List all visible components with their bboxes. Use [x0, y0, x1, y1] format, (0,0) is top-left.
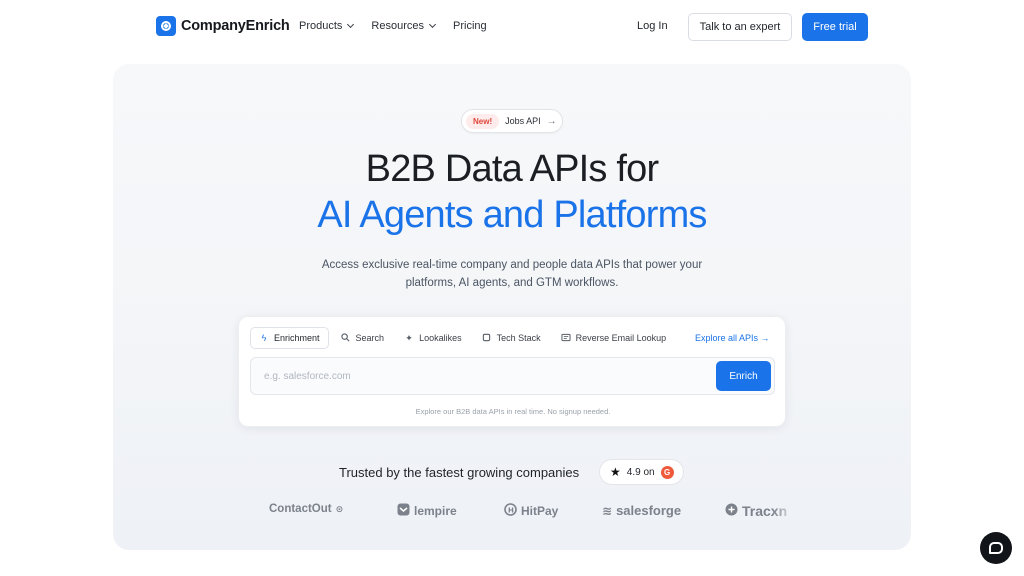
domain-input-row: Enrich	[250, 357, 775, 395]
customer-logos: ContactOut ⊙ lempire H HitPay ≋ salesfor…	[269, 503, 799, 523]
hero-title-line2: AI Agents and Platforms	[317, 194, 707, 236]
tab-lookalikes[interactable]: ✦ Lookalikes	[396, 327, 470, 349]
logo-salesforge-text: salesforge	[616, 503, 682, 518]
top-nav: CompanyEnrich Products Resources Pricing…	[0, 0, 1024, 54]
nav-links: Products Resources Pricing	[299, 20, 487, 32]
hitpay-mark-icon: H	[504, 503, 517, 519]
nav-pricing[interactable]: Pricing	[453, 20, 487, 32]
chip-icon	[482, 333, 492, 344]
explore-all-apis-link[interactable]: Explore all APIs →	[695, 333, 770, 343]
chat-bubble-icon	[989, 542, 1003, 554]
login-link[interactable]: Log In	[637, 20, 668, 32]
new-badge: New!	[466, 113, 500, 129]
logo-tracxn: Tracxn	[725, 503, 794, 519]
tab-search-label: Search	[355, 333, 385, 343]
tab-enrichment-label: Enrichment	[274, 333, 320, 343]
contactout-mark-icon: ⊙	[335, 503, 344, 514]
api-tabs: ϟ Enrichment Search ✦ Lookalikes Tech St…	[250, 327, 678, 349]
hero-title-line1: B2B Data APIs for	[365, 148, 659, 190]
enrich-button[interactable]: Enrich	[716, 361, 771, 391]
tab-enrichment[interactable]: ϟ Enrichment	[250, 327, 329, 349]
logo-tracxn-text: Tracxn	[742, 503, 788, 519]
tab-tech-stack[interactable]: Tech Stack	[474, 327, 549, 349]
trusted-by-text: Trusted by the fastest growing companies	[339, 465, 580, 480]
nav-products[interactable]: Products	[299, 20, 355, 32]
announcement-pill[interactable]: New! Jobs API →	[461, 109, 563, 133]
g2-logo-icon: G	[660, 465, 674, 479]
tab-search[interactable]: Search	[333, 327, 393, 349]
chevron-down-icon	[428, 20, 437, 29]
logo-salesforge: ≋ salesforge	[602, 503, 681, 518]
sparkle-icon: ✦	[405, 332, 413, 343]
logo-hitpay: H HitPay	[504, 503, 558, 519]
logo-lempire-text: lempire	[414, 504, 457, 518]
logo-contactout: ContactOut ⊙	[269, 503, 343, 515]
nav-pricing-label: Pricing	[453, 20, 487, 32]
logo-lempire: lempire	[397, 503, 457, 519]
tab-lookalikes-label: Lookalikes	[419, 333, 462, 343]
logo-hitpay-text: HitPay	[521, 504, 559, 518]
hero-subtitle: Access exclusive real-time company and p…	[0, 256, 1024, 292]
announcement-link-text: Jobs API	[505, 116, 541, 126]
brand-name: CompanyEnrich	[181, 18, 290, 34]
rating-text: 4.9 on	[626, 466, 655, 478]
talk-to-expert-button[interactable]: Talk to an expert	[688, 13, 792, 41]
free-trial-button[interactable]: Free trial	[802, 13, 868, 41]
arrow-right-icon: →	[546, 115, 557, 127]
salesforge-mark-icon: ≋	[602, 503, 613, 518]
chat-widget-button[interactable]	[980, 532, 1012, 564]
nav-resources[interactable]: Resources	[371, 20, 437, 32]
brand-mark-icon	[156, 16, 176, 36]
logo-contactout-text: ContactOut	[269, 503, 332, 515]
chevron-down-icon	[347, 20, 355, 29]
svg-text:H: H	[508, 507, 514, 515]
tracxn-mark-icon	[725, 503, 738, 519]
g2-rating-badge[interactable]: ★ 4.9 on G	[599, 459, 684, 485]
tab-tech-stack-label: Tech Stack	[496, 333, 541, 343]
nav-resources-label: Resources	[371, 20, 424, 32]
hero-subtitle-line1: Access exclusive real-time company and p…	[321, 259, 703, 271]
domain-input[interactable]	[251, 358, 711, 394]
lempire-mark-icon	[397, 503, 410, 519]
lightning-icon: ϟ	[261, 333, 267, 343]
star-icon: ★	[610, 465, 621, 479]
nav-products-label: Products	[299, 20, 343, 32]
search-icon	[341, 332, 351, 344]
api-demo-card: ϟ Enrichment Search ✦ Lookalikes Tech St…	[238, 316, 786, 427]
tab-reverse-email-lookup[interactable]: Reverse Email Lookup	[553, 327, 675, 349]
hero-subtitle-line2: platforms, AI agents, and GTM workflows.	[405, 277, 619, 289]
card-icon	[561, 333, 571, 344]
tab-reverse-email-label: Reverse Email Lookup	[575, 333, 667, 343]
demo-note: Explore our B2B data APIs in real time. …	[415, 407, 611, 416]
brand-logo[interactable]: CompanyEnrich	[156, 16, 290, 36]
